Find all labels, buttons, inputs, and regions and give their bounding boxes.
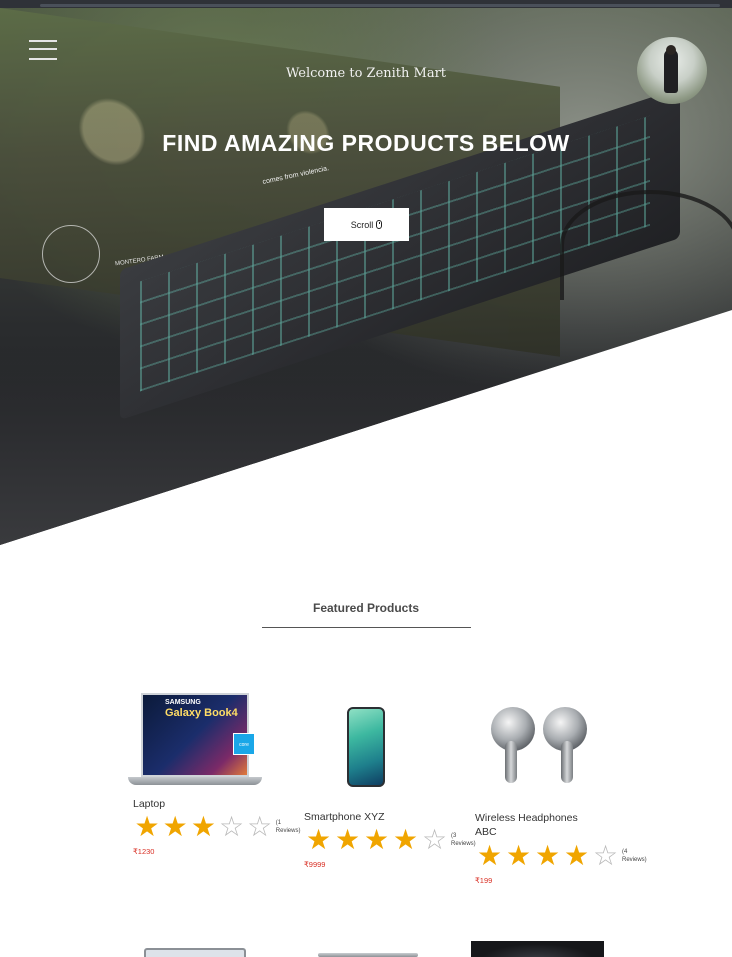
hamburger-menu-icon[interactable]: [29, 37, 57, 61]
product-name[interactable]: Laptop: [128, 797, 303, 811]
laptop-image-screen: SAMSUNG Galaxy Book4 core: [141, 693, 255, 777]
star-filled-icon: ★: [505, 840, 532, 871]
product-name[interactable]: Wireless Headphones ABC: [470, 811, 595, 839]
product-image-partial-3[interactable]: [471, 941, 604, 957]
laptop-image-badge: core: [233, 733, 255, 755]
top-bar-accent: [40, 4, 720, 7]
featured-divider: [262, 627, 471, 628]
laptop-image-model: Galaxy Book4: [165, 707, 238, 719]
hero-minimap: [42, 225, 100, 283]
product-card-smartphone[interactable]: Smartphone XYZ ★ ★ ★ ★ ☆ (3 Reviews) ₹9999: [299, 707, 479, 869]
star-empty-icon: ☆: [247, 811, 273, 842]
product-image-partial-2[interactable]: [318, 953, 418, 957]
star-filled-icon: ★: [334, 824, 361, 855]
review-count: (4 Reviews): [622, 849, 647, 863]
star-empty-icon: ☆: [421, 824, 448, 855]
welcome-text: Welcome to Zenith Mart: [285, 66, 447, 81]
scroll-button[interactable]: Scroll: [324, 208, 409, 241]
product-rating: ★ ★ ★ ★ ☆ (3 Reviews): [299, 826, 479, 854]
star-filled-icon: ★: [563, 840, 590, 871]
mouse-icon: [376, 220, 383, 229]
star-filled-icon: ★: [134, 811, 160, 842]
avatar[interactable]: [637, 37, 707, 104]
product-rating: ★ ★ ★ ☆ ☆ (1 Reviews): [128, 813, 303, 841]
product-name[interactable]: Smartphone XYZ: [299, 810, 479, 824]
product-image-laptop[interactable]: SAMSUNG Galaxy Book4 core: [128, 693, 263, 788]
scroll-button-label: Scroll: [350, 219, 374, 230]
product-image-partial-1[interactable]: [144, 948, 246, 957]
star-filled-icon: ★: [392, 824, 419, 855]
product-card-laptop[interactable]: SAMSUNG Galaxy Book4 core Laptop ★ ★ ★ ☆ ☆ (1…: [128, 693, 303, 856]
earbud-right-stem: [561, 741, 573, 783]
top-bar: [0, 0, 732, 8]
smartphone-image-body: [347, 707, 385, 787]
product-price: ₹1230: [133, 847, 155, 856]
product-price: ₹199: [475, 876, 493, 885]
product-price: ₹9999: [304, 860, 326, 869]
product-card-headphones[interactable]: Wireless Headphones ABC ★ ★ ★ ★ ☆ (4 Reviews)…: [470, 707, 652, 885]
avatar-head: [666, 45, 676, 55]
star-filled-icon: ★: [305, 824, 332, 855]
star-empty-icon: ☆: [218, 811, 245, 842]
laptop-image-brand: SAMSUNG: [165, 699, 201, 706]
product-image-smartphone[interactable]: [347, 707, 385, 787]
star-filled-icon: ★: [534, 840, 561, 871]
hero-title: FIND AMAZING PRODUCTS BELOW: [162, 130, 570, 156]
product-rating: ★ ★ ★ ★ ☆ (4 Reviews): [470, 842, 652, 870]
menu-line-middle: [29, 48, 57, 50]
product-image-headphones[interactable]: [487, 707, 591, 785]
star-filled-icon: ★: [476, 840, 503, 871]
earbud-left-stem: [505, 741, 517, 783]
star-filled-icon: ★: [363, 824, 390, 855]
star-empty-icon: ☆: [592, 840, 619, 871]
menu-line-top: [29, 40, 57, 42]
star-filled-icon: ★: [162, 811, 188, 842]
hero-floor: [0, 350, 732, 545]
star-filled-icon: ★: [190, 811, 216, 842]
avatar-person: [664, 49, 678, 93]
hero-cable: [560, 190, 732, 300]
hero-banner: comes from violencia. MONTERO FARM Welco…: [0, 0, 732, 545]
laptop-image-base: [128, 777, 262, 785]
menu-line-bottom: [29, 58, 57, 60]
featured-products-title: Featured Products: [312, 601, 420, 615]
